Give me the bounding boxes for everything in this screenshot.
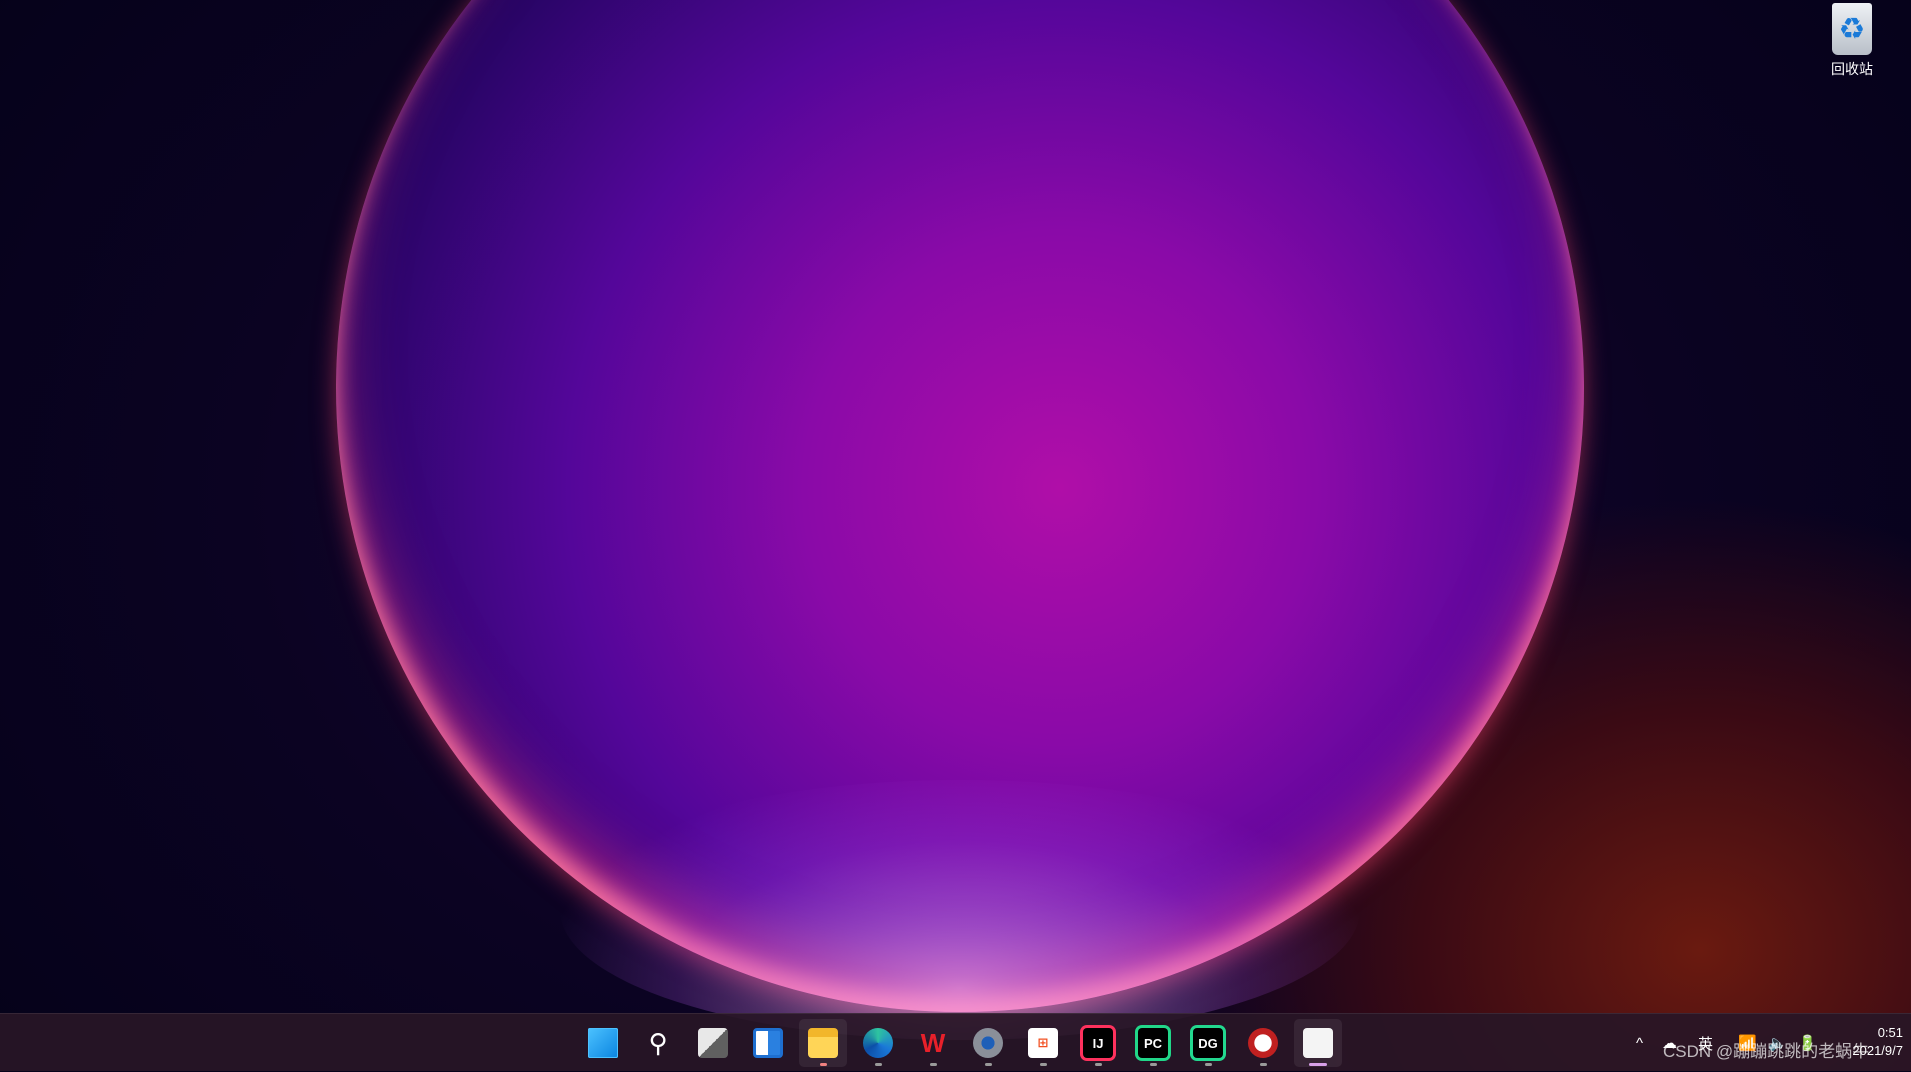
- taskbar-pycharm-button[interactable]: PC: [1129, 1019, 1177, 1067]
- running-indicator: [1149, 1063, 1157, 1066]
- desktop-icon-label: 回收站: [1831, 61, 1873, 77]
- wallpaper-glow: [560, 780, 1360, 1040]
- datagrip-icon: DG: [1193, 1028, 1223, 1058]
- pycharm-icon: PC: [1138, 1028, 1168, 1058]
- taskbar-snipping-tool-button[interactable]: [1294, 1019, 1342, 1067]
- running-indicator: [819, 1063, 827, 1066]
- folder-icon: [808, 1028, 838, 1058]
- recycle-bin-icon: ♻: [1832, 3, 1872, 55]
- running-indicator: [1259, 1063, 1267, 1066]
- taskbar-datagrip-button[interactable]: DG: [1184, 1019, 1232, 1067]
- taskbar-wps-button[interactable]: W: [909, 1019, 957, 1067]
- wps-icon: W: [920, 1027, 946, 1058]
- watermark: CSDN @蹦蹦跳跳的老蜗牛: [1663, 1042, 1870, 1061]
- intellij-icon: IJ: [1083, 1028, 1113, 1058]
- running-indicator: [1309, 1063, 1327, 1066]
- taskbar-intellij-button[interactable]: IJ: [1074, 1019, 1122, 1067]
- running-indicator: [1094, 1063, 1102, 1066]
- taskbar-settings-button[interactable]: [964, 1019, 1012, 1067]
- windows-start-icon: [588, 1028, 618, 1058]
- taskbar-widgets-button[interactable]: [744, 1019, 792, 1067]
- running-indicator: [1204, 1063, 1212, 1066]
- taskbar-edge-button[interactable]: [854, 1019, 902, 1067]
- running-indicator: [1039, 1063, 1047, 1066]
- taskbar-file-explorer-button[interactable]: [799, 1019, 847, 1067]
- app-icon: [1248, 1028, 1278, 1058]
- taskbar-store-button[interactable]: ⊞: [1019, 1019, 1067, 1067]
- gear-icon: [973, 1028, 1003, 1058]
- search-icon: ⚲: [648, 1027, 668, 1058]
- taskbar: ⚲ W ⊞ IJ PC DG ^ ☁ 英 📶 🔈 🔋 0:51 2021/9/7: [0, 1013, 1911, 1071]
- edge-icon: [863, 1028, 893, 1058]
- taskbar-task-view-button[interactable]: [689, 1019, 737, 1067]
- store-icon: ⊞: [1028, 1028, 1058, 1058]
- task-view-icon: [698, 1028, 728, 1058]
- widgets-icon: [753, 1028, 783, 1058]
- taskbar-app-button[interactable]: [1239, 1019, 1287, 1067]
- desktop-wallpaper: [0, 0, 1911, 1071]
- taskbar-start-button[interactable]: [579, 1019, 627, 1067]
- taskbar-search-button[interactable]: ⚲: [634, 1019, 682, 1067]
- running-indicator: [929, 1063, 937, 1066]
- running-indicator: [874, 1063, 882, 1066]
- snipping-tool-icon: [1303, 1028, 1333, 1058]
- show-hidden-icons-button[interactable]: ^: [1636, 1014, 1643, 1072]
- desktop-icon-recycle-bin[interactable]: ♻ 回收站: [1818, 0, 1886, 86]
- running-indicator: [984, 1063, 992, 1066]
